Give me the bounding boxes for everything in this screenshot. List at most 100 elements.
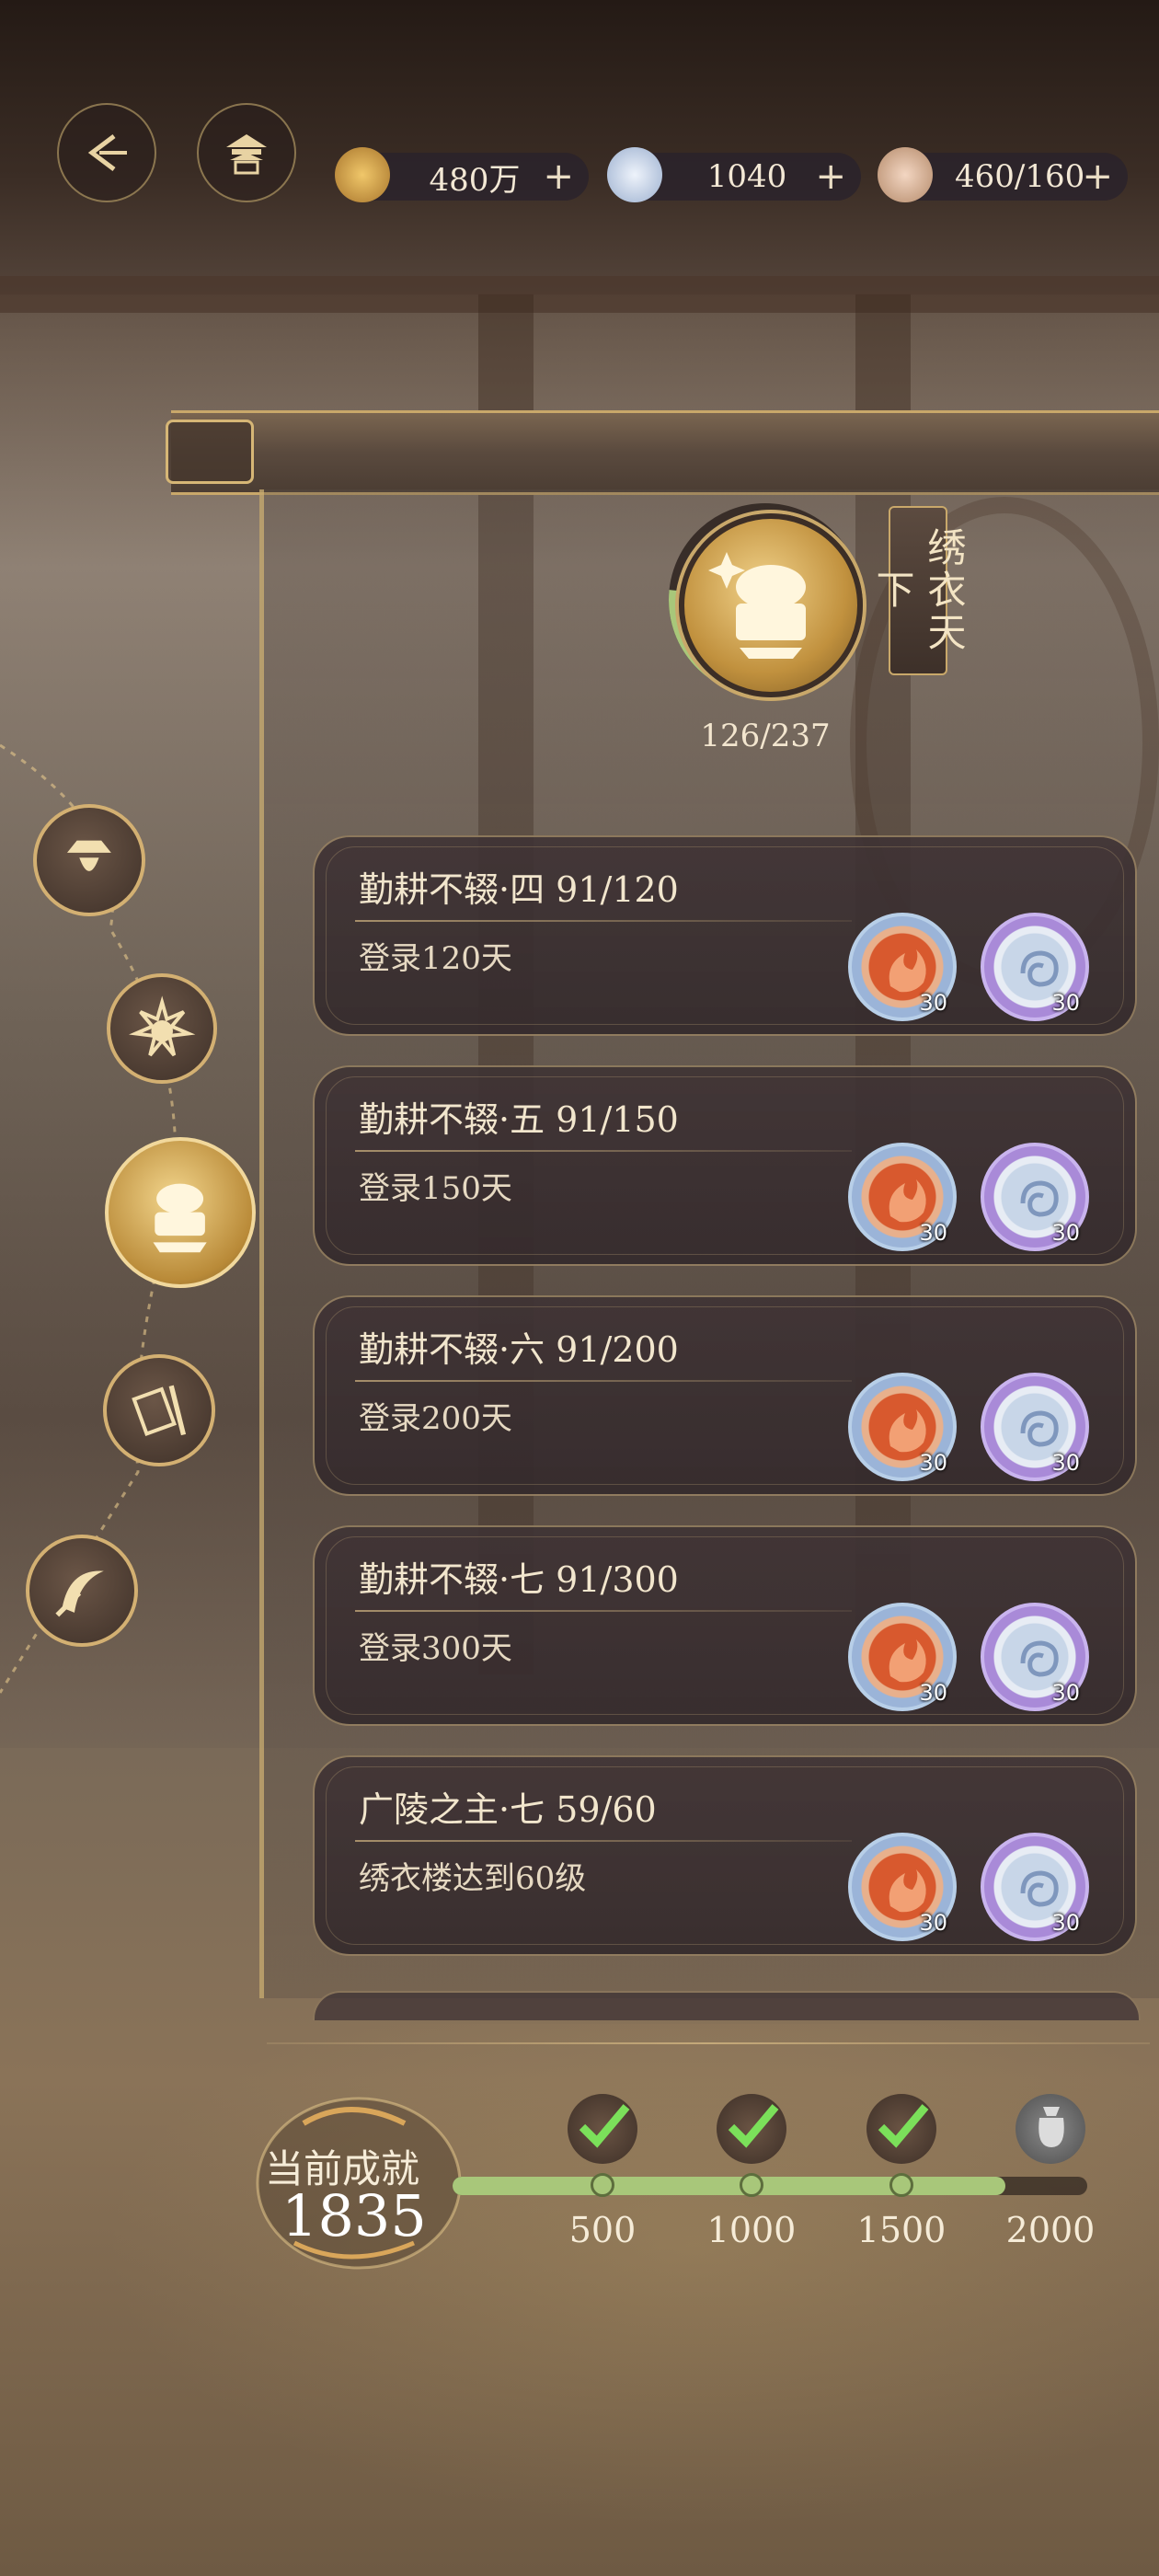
category-node-hat[interactable] xyxy=(33,804,145,916)
scroll-rod xyxy=(171,410,1159,495)
task-title: 勤耕不辍·五 91/150 xyxy=(359,1099,679,1140)
jade-token-icon xyxy=(1020,1640,1059,1677)
milestone-reward-bag[interactable] xyxy=(1016,2094,1085,2164)
reward-count: 30 xyxy=(919,1910,947,1936)
jade-value: 1040 xyxy=(706,158,787,195)
task-divider xyxy=(355,1150,852,1152)
reward-fire-token[interactable]: 30 xyxy=(848,1833,957,1941)
milestone-tick xyxy=(889,2173,913,2197)
milestone-claimed[interactable] xyxy=(866,2094,936,2164)
flower-icon xyxy=(128,995,196,1056)
scroll-cap xyxy=(166,420,254,484)
task-card-next-peek xyxy=(313,1991,1141,2020)
milestone-label: 1000 xyxy=(706,2210,797,2250)
background-beam xyxy=(0,276,1159,313)
back-arrow-icon xyxy=(87,134,127,171)
resource-jade: 1040 + xyxy=(607,147,861,202)
task-description: 登录120天 xyxy=(359,940,512,977)
checkmark-icon xyxy=(878,2104,929,2148)
task-divider xyxy=(355,920,852,922)
reward-jade-token[interactable]: 30 xyxy=(981,1833,1089,1941)
back-button[interactable] xyxy=(57,103,156,202)
reward-fire-token[interactable]: 30 xyxy=(848,1603,957,1711)
category-node-scroll[interactable] xyxy=(103,1354,215,1466)
turtle-seal-icon xyxy=(153,1184,208,1253)
add-jade-button[interactable]: + xyxy=(815,156,846,197)
resource-coin: 480万 + xyxy=(335,147,589,202)
jade-token-icon xyxy=(1020,1870,1059,1907)
turtle-seal-icon xyxy=(708,552,806,659)
task-description: 登录150天 xyxy=(359,1170,512,1207)
fire-token-icon xyxy=(889,949,926,993)
badge-progress-text: 126/237 xyxy=(700,718,831,754)
milestone-label: 1500 xyxy=(856,2210,947,2250)
home-button[interactable] xyxy=(197,103,296,202)
category-node-flower[interactable] xyxy=(107,973,217,1084)
add-food-button[interactable]: + xyxy=(1082,156,1113,197)
scroll-brush-icon xyxy=(132,1385,187,1437)
achievement-title: 绣衣天下 xyxy=(870,506,967,675)
reward-count: 30 xyxy=(1051,1450,1080,1476)
copper-coin-icon xyxy=(335,147,390,202)
bottom-divider xyxy=(267,2042,1150,2044)
add-coin-button[interactable]: + xyxy=(543,156,574,197)
milestone-tick xyxy=(591,2173,614,2197)
reward-fire-token[interactable]: 30 xyxy=(848,1143,957,1251)
title-badge[interactable] xyxy=(679,513,863,697)
reward-count: 30 xyxy=(919,1450,947,1476)
task-title: 勤耕不辍·六 91/200 xyxy=(359,1329,679,1370)
task-divider xyxy=(355,1840,852,1842)
task-title: 勤耕不辍·四 91/120 xyxy=(359,869,679,910)
reward-jade-token[interactable]: 30 xyxy=(981,913,1089,1021)
food-bowl-icon xyxy=(878,147,933,202)
sickle-icon xyxy=(55,1570,104,1617)
task-divider xyxy=(355,1380,852,1382)
task-title: 勤耕不辍·七 91/300 xyxy=(359,1559,679,1600)
reward-fire-token[interactable]: 30 xyxy=(848,913,957,1021)
jade-orb-icon xyxy=(607,147,662,202)
reward-count: 30 xyxy=(1051,1220,1080,1246)
reward-count: 30 xyxy=(919,1220,947,1246)
milestone-tick xyxy=(740,2173,763,2197)
coin-value: 480万 xyxy=(429,161,521,199)
category-node-sickle[interactable] xyxy=(26,1535,138,1647)
category-node-turtle-active[interactable] xyxy=(105,1137,256,1288)
milestone-label: 500 xyxy=(568,2210,637,2250)
reward-bag-icon xyxy=(1039,2107,1064,2147)
reward-jade-token[interactable]: 30 xyxy=(981,1603,1089,1711)
task-card[interactable]: 勤耕不辍·六 91/200 登录200天 30 30 xyxy=(313,1295,1137,1496)
task-description: 登录200天 xyxy=(359,1400,512,1437)
fire-token-icon xyxy=(889,1179,926,1223)
reward-jade-token[interactable]: 30 xyxy=(981,1373,1089,1481)
task-card[interactable]: 勤耕不辍·四 91/120 登录120天 30 30 xyxy=(313,835,1137,1036)
task-divider xyxy=(355,1610,852,1612)
task-card[interactable]: 勤耕不辍·五 91/150 登录150天 30 30 xyxy=(313,1065,1137,1266)
resource-food: 460/160 + xyxy=(878,147,1128,202)
task-description: 登录300天 xyxy=(359,1630,512,1667)
reward-fire-token[interactable]: 30 xyxy=(848,1373,957,1481)
task-description: 绣衣楼达到60级 xyxy=(359,1860,587,1897)
reward-count: 30 xyxy=(919,1680,947,1706)
milestone-claimed[interactable] xyxy=(568,2094,637,2164)
hat-figure-icon xyxy=(67,840,111,871)
achievement-progress-track xyxy=(453,2177,1087,2195)
reward-count: 30 xyxy=(1051,1680,1080,1706)
fire-token-icon xyxy=(889,1869,926,1913)
milestone-label: 2000 xyxy=(1005,2210,1096,2250)
reward-count: 30 xyxy=(1051,990,1080,1016)
top-bar: 480万 + 1040 + 460/160 + xyxy=(0,103,1159,202)
pavilion-icon xyxy=(226,134,267,175)
task-card[interactable]: 勤耕不辍·七 91/300 登录300天 30 30 xyxy=(313,1525,1137,1726)
checkmark-icon xyxy=(579,2104,630,2148)
jade-token-icon xyxy=(1020,950,1059,987)
fire-token-icon xyxy=(889,1409,926,1453)
food-value: 460/160 xyxy=(955,158,1085,195)
task-card[interactable]: 广陵之主·七 59/60 绣衣楼达到60级 30 30 xyxy=(313,1755,1137,1956)
reward-count: 30 xyxy=(1051,1910,1080,1936)
checkmark-icon xyxy=(728,2104,779,2148)
achievement-progress-fill xyxy=(453,2177,1005,2195)
milestone-claimed[interactable] xyxy=(717,2094,786,2164)
reward-count: 30 xyxy=(919,990,947,1016)
jade-token-icon xyxy=(1020,1410,1059,1447)
reward-jade-token[interactable]: 30 xyxy=(981,1143,1089,1251)
